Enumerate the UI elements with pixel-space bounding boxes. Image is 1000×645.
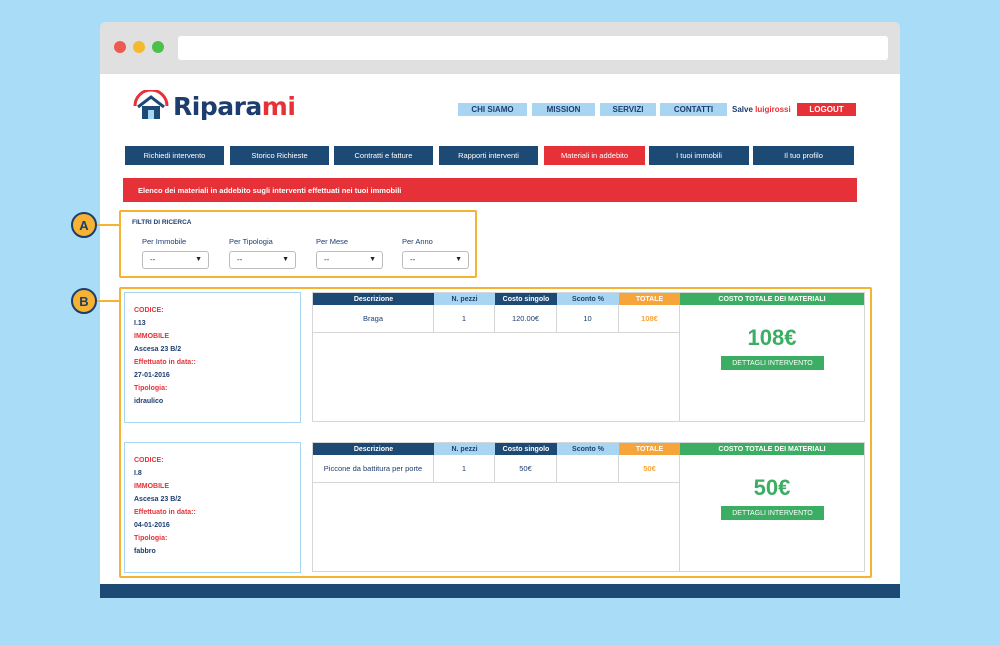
tab-tuo-profilo[interactable]: Il tuo profilo [753,146,854,165]
minimize-window-dot[interactable] [133,41,145,53]
annotation-a-connector [97,224,119,226]
tab-richiedi-intervento[interactable]: Richiedi intervento [125,146,224,165]
footer-bar [100,584,900,598]
annotation-b-badge: B [71,288,97,314]
annotation-b-frame [119,287,872,578]
logo-text: Riparami [173,91,296,121]
address-bar[interactable] [178,36,888,60]
browser-titlebar [100,22,900,74]
page-banner: Elenco dei materiali in addebito sugli i… [123,178,857,202]
nav-servizi[interactable]: SERVIZI [600,103,656,116]
house-logo-icon [133,90,169,119]
logout-button[interactable]: LOGOUT [797,103,856,116]
nav-mission[interactable]: MISSION [532,103,595,116]
annotation-a-badge: A [71,212,97,238]
nav-contatti[interactable]: CONTATTI [660,103,727,116]
tab-rapporti-interventi[interactable]: Rapporti interventi [439,146,538,165]
user-greeting: Salve luigirossi [732,105,791,114]
site-logo[interactable]: Riparami [133,90,296,122]
tab-storico-richieste[interactable]: Storico Richieste [230,146,329,165]
annotation-b-connector [97,300,119,302]
tab-materiali-addebito[interactable]: Materiali in addebito [544,146,645,165]
annotation-a-frame [119,210,477,278]
close-window-dot[interactable] [114,41,126,53]
username: luigirossi [755,105,791,114]
nav-chi-siamo[interactable]: CHI SIAMO [458,103,527,116]
tab-contratti-fatture[interactable]: Contratti e fatture [334,146,433,165]
maximize-window-dot[interactable] [152,41,164,53]
tab-tuoi-immobili[interactable]: I tuoi immobili [649,146,749,165]
